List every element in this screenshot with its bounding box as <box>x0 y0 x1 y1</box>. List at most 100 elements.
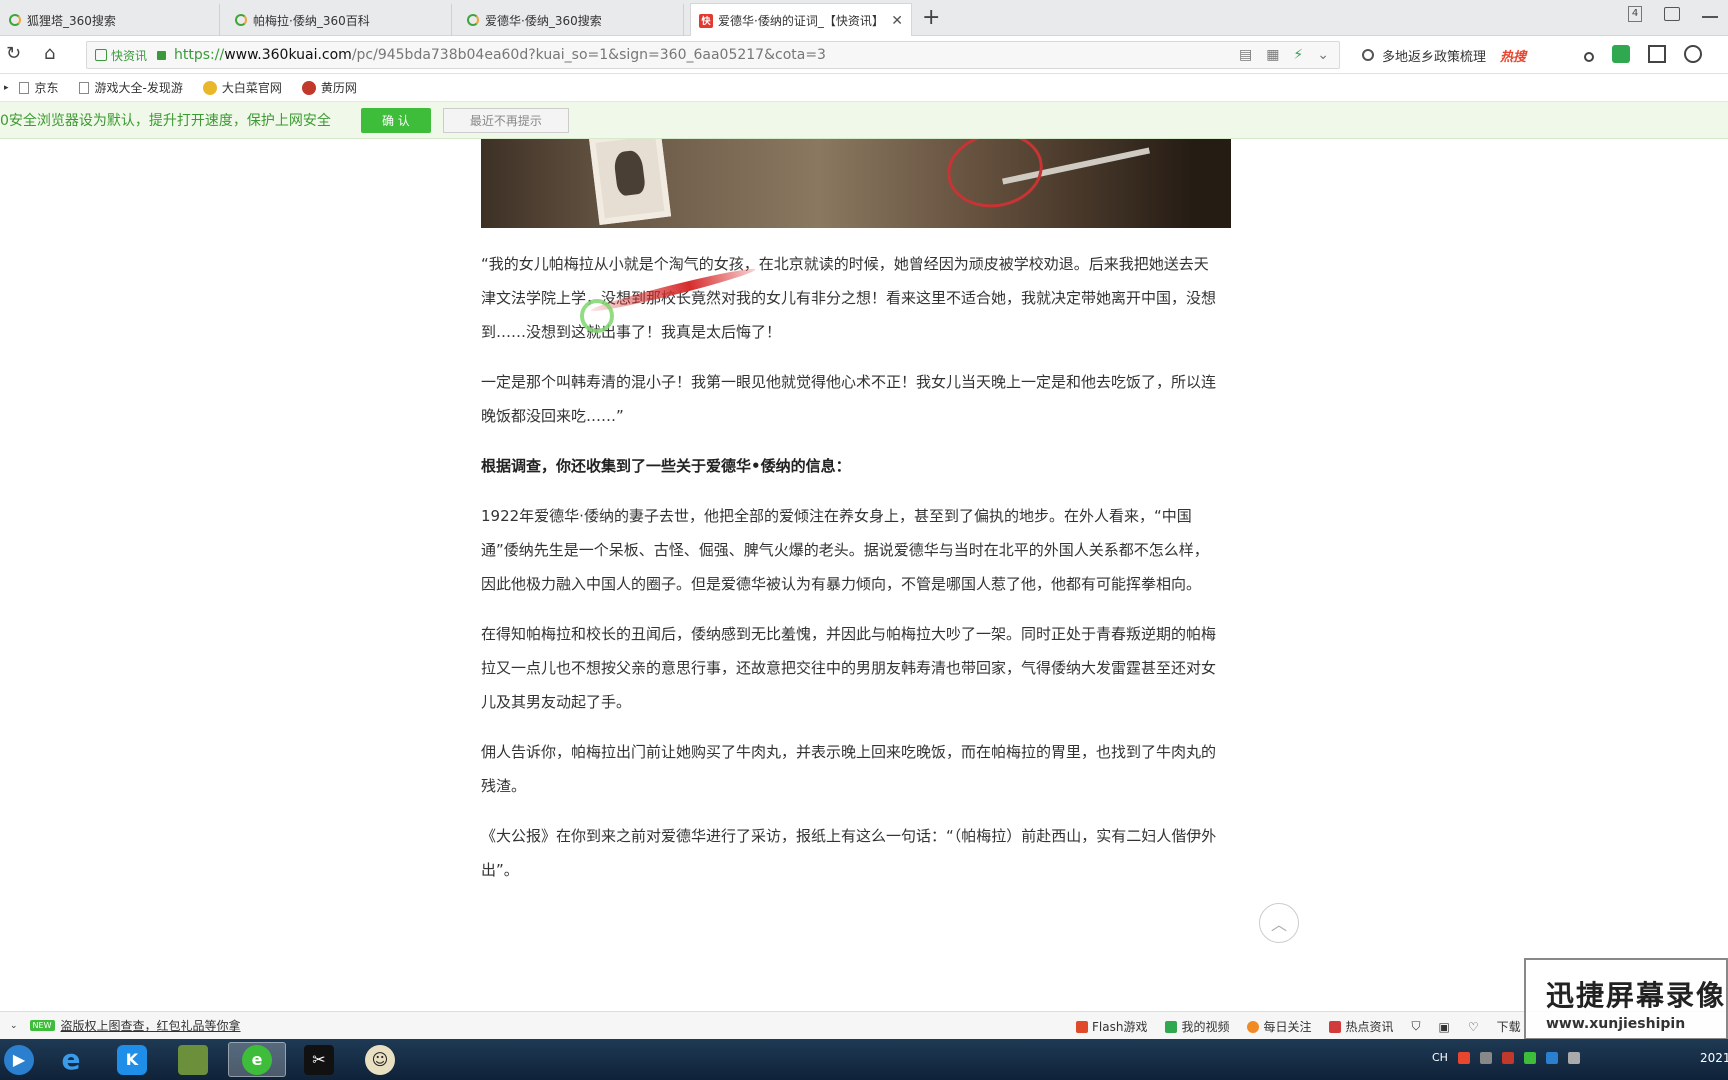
article-paragraph: “我的女儿帕梅拉从小就是个淘气的女孩，在北京就读的时候，她曾经因为顽皮被学校劝退… <box>481 255 1217 341</box>
portrait-photo <box>588 139 672 226</box>
qr-code-icon[interactable]: ▦ <box>1266 47 1279 63</box>
sogou-icon[interactable] <box>1457 1051 1470 1064</box>
capcut-icon: ✂ <box>304 1044 334 1075</box>
tab-title: 爱德华·倭纳的证词_【快资讯】 <box>718 14 884 28</box>
tab-title: 帕梅拉·倭纳_360百科 <box>253 13 370 28</box>
security-icon[interactable] <box>1523 1051 1536 1064</box>
settings-icon[interactable] <box>1684 45 1702 63</box>
article-paragraph: 佣人告诉你，帕梅拉出门前让她购买了牛肉丸，并表示晚上回来吃晚饭，而在帕梅拉的胃里… <box>481 743 1217 795</box>
cursor-highlight-ring <box>580 299 614 333</box>
taskbar-clock[interactable]: 2021 <box>1700 1051 1728 1065</box>
taskbar-app[interactable]: ☺ <box>351 1042 409 1077</box>
skin-icon[interactable] <box>1664 7 1680 21</box>
tab-title: 狐狸塔_360搜索 <box>27 13 116 28</box>
tray-app-icon[interactable] <box>1479 1051 1492 1064</box>
news-ticker-link[interactable]: 盗版权上图查查，红包礼品等你拿 <box>61 1017 241 1034</box>
dismiss-button[interactable]: 最近不再提示 <box>442 107 569 133</box>
tab-2[interactable]: 帕梅拉·倭纳_360百科 <box>226 4 452 36</box>
dabaicai-icon <box>202 80 217 95</box>
chevron-down-icon[interactable]: ⌄ <box>1317 47 1329 63</box>
chevron-up-icon: ︿ <box>1270 915 1287 934</box>
daily-focus-link[interactable]: 每日关注 <box>1247 1018 1311 1035</box>
bookmark-item[interactable]: 京东 <box>18 79 59 96</box>
hot-search-label[interactable]: 热搜 <box>1500 46 1526 65</box>
qq-icon: ☺ <box>365 1044 395 1075</box>
close-icon[interactable]: ✕ <box>891 13 903 29</box>
search-icon <box>1362 49 1374 61</box>
my-videos-link[interactable]: 我的视频 <box>1165 1018 1229 1035</box>
toolbar-icons <box>1584 45 1702 63</box>
watermark-url: www.xunjieshipin <box>1546 1016 1686 1032</box>
url-path: /pc/945bda738b04ea60d?kuai_so=1&sign=360… <box>351 47 826 63</box>
article-paragraph: 一定是那个叫韩寿清的混小子！我第一眼见他就觉得他心术不正！我女儿当天晚上一定是和… <box>481 373 1217 425</box>
status-bar: ⌄ NEW 盗版权上图查查，红包礼品等你拿 Flash游戏 我的视频 每日关注 … <box>0 1011 1728 1039</box>
window-controls: 4 <box>1628 6 1728 22</box>
page-icon <box>18 81 29 94</box>
apps-grid-icon[interactable] <box>1648 45 1666 63</box>
new-badge: NEW <box>29 1020 55 1031</box>
status-bar-links: Flash游戏 我的视频 每日关注 热点资讯 ⛉ ▣ ♡ 下载 <box>1076 1018 1521 1035</box>
input-language[interactable]: CH <box>1432 1051 1448 1064</box>
start-icon: ▶ <box>4 1044 34 1075</box>
360-browser-icon: e <box>242 1044 272 1075</box>
download-link[interactable]: 下载 <box>1497 1018 1521 1035</box>
kugou-icon: K <box>117 1044 147 1075</box>
tab-bar: 狐狸塔_360搜索 帕梅拉·倭纳_360百科 爱德华·倭纳_360搜索 快 爱德… <box>0 0 1728 37</box>
windows-taskbar: ▶ e K e ✂ ☺ CH 2021 <box>0 1039 1728 1080</box>
address-bar[interactable]: 快资讯 https:// www.360kuai.com /pc/945bda7… <box>86 41 1340 69</box>
news-icon <box>1329 1020 1342 1033</box>
image-icon[interactable]: ▣ <box>1439 1020 1450 1034</box>
bookmarks-bar: ▸ 京东 游戏大全-发现游 大白菜官网 黄历网 <box>0 74 1728 102</box>
back-to-top-button[interactable]: ︿ <box>1259 903 1299 943</box>
360-search-icon <box>234 13 248 27</box>
recorder-watermark: 迅捷屏幕录像 www.xunjieshipin <box>1524 958 1728 1040</box>
volume-icon[interactable] <box>1567 1051 1580 1064</box>
bookmark-item[interactable]: 黄历网 <box>301 79 357 96</box>
article-hero-image <box>481 139 1231 228</box>
screenshot-icon[interactable] <box>1584 52 1594 62</box>
network-icon[interactable] <box>1545 1051 1558 1064</box>
confirm-button[interactable]: 确 认 <box>360 107 431 133</box>
site-badge[interactable]: 快资讯 <box>95 47 147 64</box>
tab-3[interactable]: 爱德华·倭纳_360搜索 <box>458 4 684 36</box>
reload-icon[interactable]: ↻ <box>6 44 21 64</box>
shield-icon[interactable]: ⛉ <box>1412 1019 1421 1034</box>
article-paragraph: 在得知帕梅拉和校长的丑闻后，倭纳感到无比羞愧，并因此与帕梅拉大吵了一架。同时正处… <box>481 625 1217 711</box>
taskbar-app[interactable]: K <box>103 1042 161 1077</box>
taskbar-app[interactable] <box>164 1042 222 1077</box>
taskbar-app-active[interactable]: e <box>228 1042 286 1077</box>
bookmarks-arrow-icon[interactable]: ▸ <box>4 83 9 93</box>
bookmark-item[interactable]: 大白菜官网 <box>202 79 282 96</box>
navigation-bar: ↻ ⌂ 快资讯 https:// www.360kuai.com /pc/945… <box>0 36 1728 74</box>
reading-icon[interactable] <box>1612 45 1630 63</box>
taskbar-app[interactable]: e <box>42 1042 100 1077</box>
bookmark-item[interactable]: 游戏大全-发现游 <box>78 79 183 96</box>
page-content: “我的女儿帕梅拉从小就是个淘气的女孩，在北京就读的时候，她曾经因为顽皮被学校劝退… <box>0 139 1728 1011</box>
tab-4-active[interactable]: 快 爱德华·倭纳的证词_【快资讯】 ✕ <box>690 3 912 37</box>
start-button[interactable]: ▶ <box>0 1042 48 1077</box>
heartbeat-icon[interactable]: ♡ <box>1468 1020 1479 1034</box>
chevron-down-icon[interactable]: ⌄ <box>10 1021 18 1031</box>
minecraft-icon <box>178 1044 208 1075</box>
url-host: www.360kuai.com <box>224 47 352 63</box>
minimize-icon[interactable] <box>1702 16 1718 18</box>
360-search-icon <box>466 13 480 27</box>
article-paragraph: 《大公报》在你到来之前对爱德华进行了采访，报纸上有这么一句话：“（帕梅拉）前赴西… <box>481 827 1217 879</box>
tab-count-badge[interactable]: 4 <box>1628 6 1642 22</box>
home-icon[interactable]: ⌂ <box>44 44 55 64</box>
hot-news-link[interactable]: 热点资讯 <box>1329 1018 1394 1035</box>
wps-icon[interactable] <box>1501 1051 1514 1064</box>
notice-message: 0安全浏览器设为默认，提升打开速度，保护上网安全 <box>0 113 331 129</box>
search-suggestion: 多地返乡政策梳理 <box>1382 49 1487 65</box>
new-tab-button[interactable]: + <box>922 4 940 32</box>
video-icon <box>1165 1020 1178 1033</box>
flash-games-link[interactable]: Flash游戏 <box>1076 1018 1147 1035</box>
search-box[interactable]: 多地返乡政策梳理 热搜 <box>1356 41 1564 69</box>
url-scheme: https:// <box>174 47 225 63</box>
article-paragraph: 1922年爱德华·倭纳的妻子去世，他把全部的爱倾注在养女身上，甚至到了偏执的地步… <box>481 507 1209 593</box>
tab-1[interactable]: 狐狸塔_360搜索 <box>0 4 220 36</box>
taskbar-app[interactable]: ✂ <box>290 1042 348 1077</box>
speed-mode-icon[interactable]: ⚡ <box>1293 47 1303 63</box>
flash-icon <box>1076 1020 1088 1033</box>
reader-mode-icon[interactable]: ▤ <box>1239 47 1252 63</box>
